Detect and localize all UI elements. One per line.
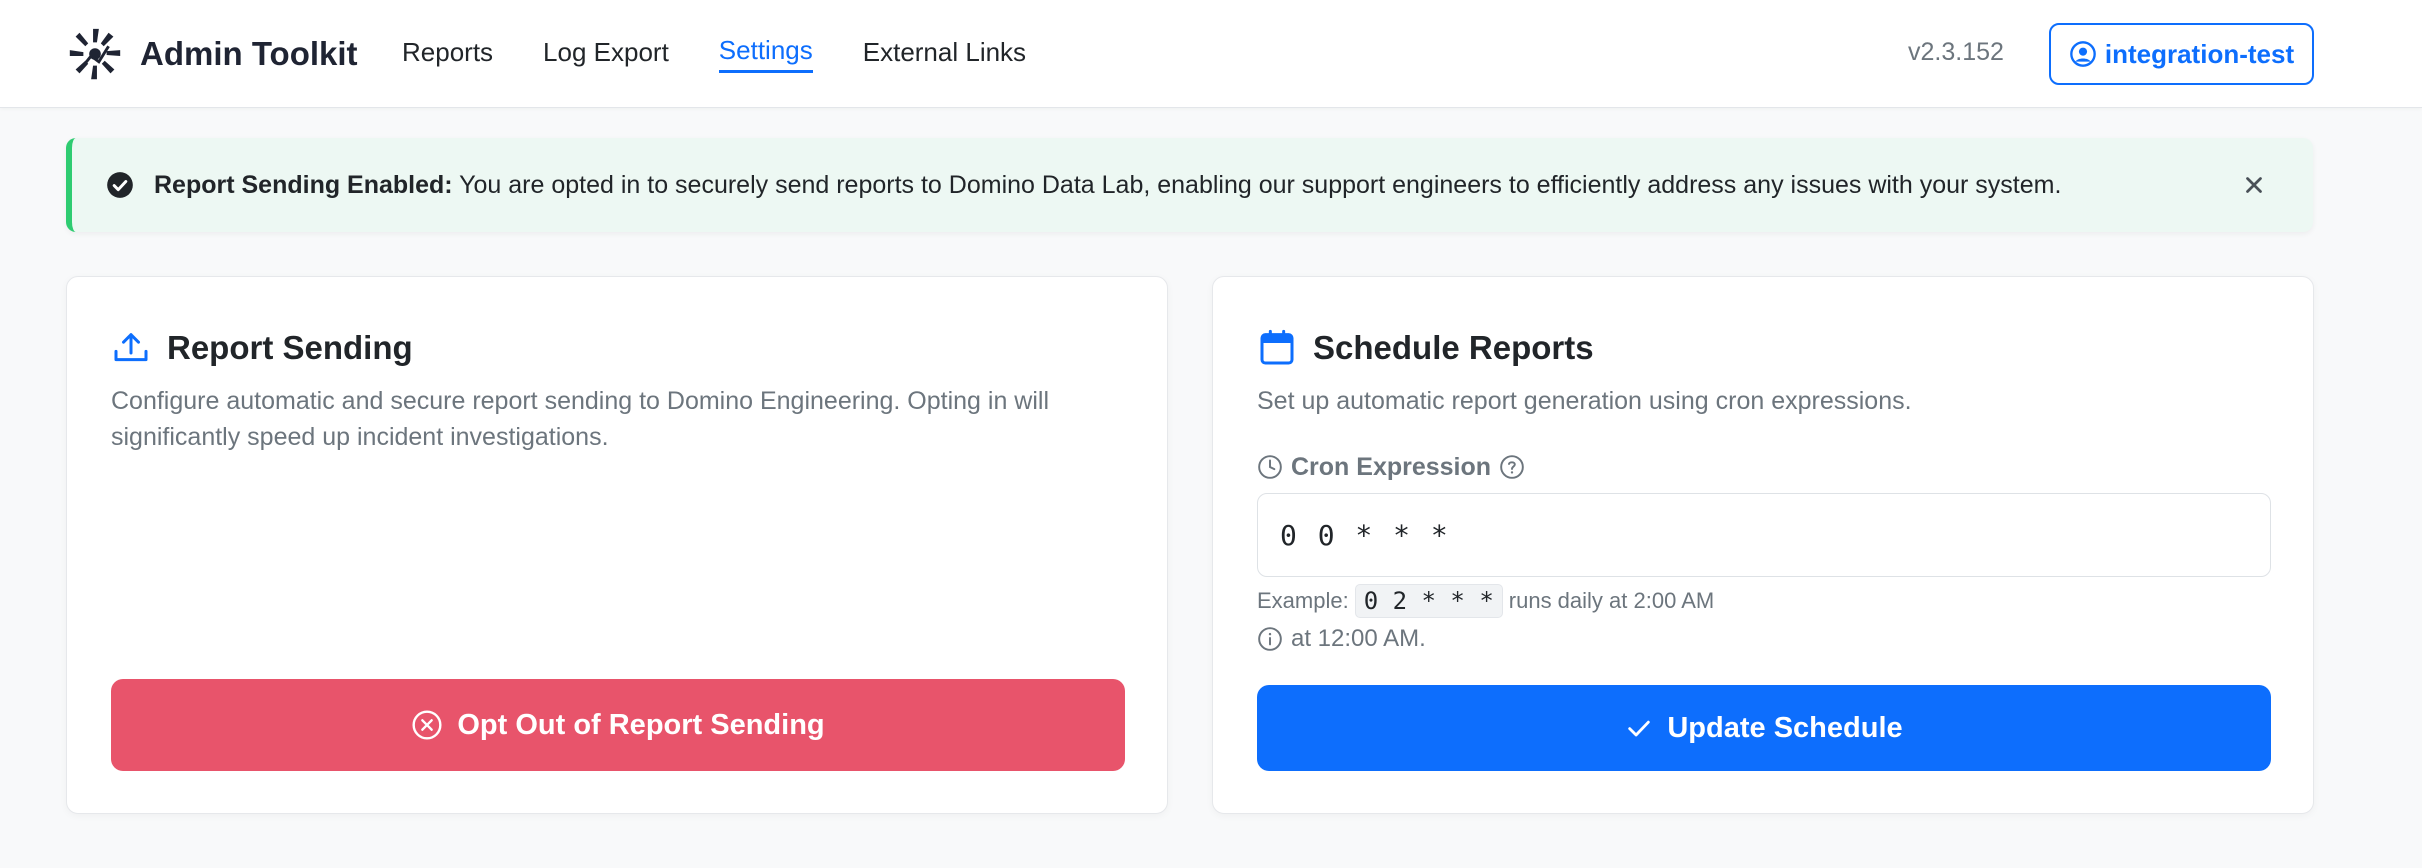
- top-navbar: Admin Toolkit Reports Log Export Setting…: [0, 0, 2422, 108]
- close-icon[interactable]: [2241, 172, 2267, 198]
- alert-text: Report Sending Enabled: You are opted in…: [154, 171, 2061, 200]
- report-sending-card: Report Sending Configure automatic and s…: [66, 276, 1168, 814]
- alert-title: Report Sending Enabled:: [154, 170, 453, 199]
- cron-label-text: Cron Expression: [1291, 452, 1492, 481]
- schedule-reports-title-text: Schedule Reports: [1313, 329, 1594, 366]
- example-prefix: Example:: [1257, 588, 1349, 613]
- user-account-button[interactable]: integration-test: [2049, 23, 2314, 85]
- check-icon: [1628, 720, 1651, 737]
- schedule-reports-title: Schedule Reports: [1257, 323, 1594, 373]
- main-nav: Reports Log Export Settings External Lin…: [402, 30, 1076, 78]
- alert-message: You are opted in to securely send report…: [459, 170, 2062, 199]
- nav-item-settings[interactable]: Settings: [718, 35, 813, 73]
- schedule-reports-card: Schedule Reports Set up automatic report…: [1212, 276, 2314, 814]
- admin-toolkit-logo-icon: [69, 28, 121, 80]
- upload-icon: [114, 333, 148, 362]
- nav-item-external-links[interactable]: External Links: [863, 37, 1026, 72]
- user-circle-icon: [2070, 41, 2096, 67]
- cron-expression-label: Cron Expression: [1257, 449, 1525, 485]
- check-circle-icon: [107, 172, 133, 198]
- report-sending-alert: Report Sending Enabled: You are opted in…: [66, 138, 2313, 232]
- report-sending-description: Configure automatic and secure report se…: [111, 387, 1050, 451]
- opt-out-button[interactable]: Opt Out of Report Sending: [111, 679, 1125, 771]
- nav-item-reports[interactable]: Reports: [402, 37, 493, 72]
- example-code: 0 2 * * *: [1354, 584, 1503, 618]
- cron-expression-input[interactable]: [1257, 493, 2271, 577]
- update-schedule-button-label: Update Schedule: [1667, 711, 1903, 744]
- info-circle-icon: [1258, 627, 1282, 651]
- schedule-reports-description: Set up automatic report generation using…: [1257, 387, 1912, 415]
- app-title: Admin Toolkit: [140, 35, 358, 72]
- clock-icon: [1258, 455, 1282, 479]
- user-name: integration-test: [2104, 38, 2295, 69]
- report-sending-title: Report Sending: [111, 323, 413, 373]
- x-circle-icon: [412, 710, 442, 740]
- calendar-icon: [1260, 329, 1294, 365]
- brand[interactable]: Admin Toolkit: [64, 22, 358, 86]
- help-circle-icon[interactable]: [1499, 454, 1525, 480]
- example-suffix: runs daily at 2:00 AM: [1508, 588, 1715, 613]
- opt-out-button-label: Opt Out of Report Sending: [457, 708, 825, 741]
- report-sending-title-text: Report Sending: [167, 329, 413, 366]
- update-schedule-button[interactable]: Update Schedule: [1257, 685, 2271, 771]
- next-run-info: at 12:00 AM.: [1257, 621, 1426, 657]
- version-label: v2.3.152: [1908, 38, 2004, 66]
- cron-example: Example: 0 2 * * * runs daily at 2:00 AM: [1257, 583, 1714, 619]
- nav-item-log-export[interactable]: Log Export: [543, 37, 669, 72]
- next-run-text: at 12:00 AM.: [1291, 625, 1426, 652]
